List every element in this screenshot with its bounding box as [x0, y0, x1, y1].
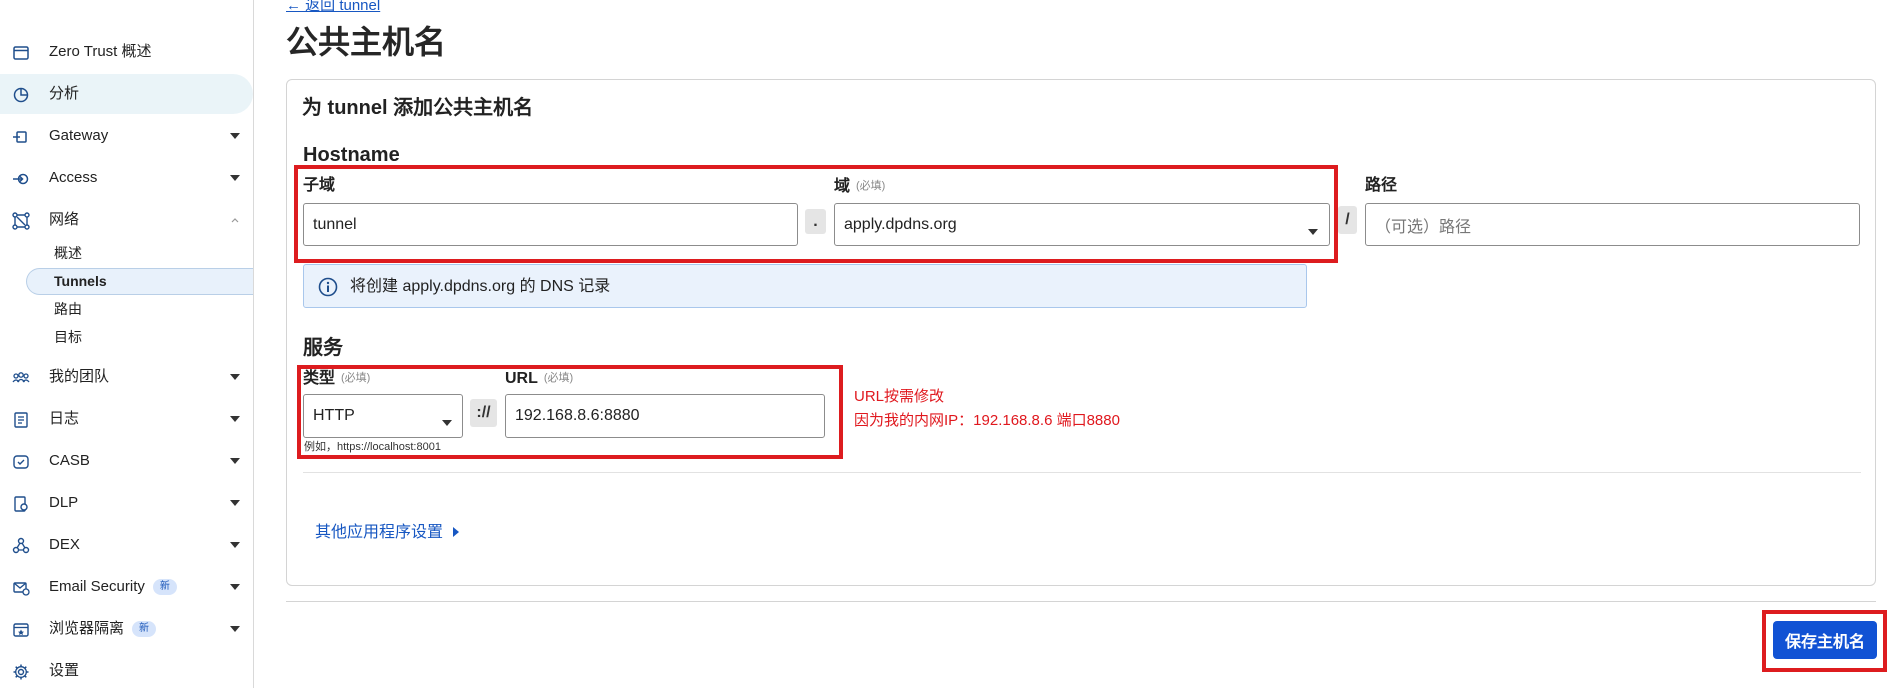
annotation-note-line1: URL按需修改 [854, 388, 945, 405]
dns-info-text: 将创建 apply.dpdns.org 的 DNS 记录 [350, 278, 611, 295]
sidebar-item-text: Email Security [49, 578, 145, 595]
sidebar-item-settings[interactable]: 设置 [0, 651, 253, 688]
sidebar-subitem-overview[interactable]: 概述 [26, 240, 253, 267]
hostname-highlight-box [294, 165, 1338, 263]
caret-right-icon [453, 523, 460, 543]
footer-divider [286, 601, 1876, 602]
info-icon [318, 277, 338, 297]
sidebar-item-my-team[interactable]: 我的团队 [0, 357, 253, 397]
public-hostname-card [286, 79, 1876, 586]
other-app-settings-text: 其他应用程序设置 [315, 524, 444, 541]
chevron-down-icon[interactable] [230, 458, 240, 464]
sidebar-subitem-label: 概述 [54, 245, 82, 261]
hostname-section-title: Hostname [303, 144, 400, 166]
sidebar-item-label: CASB [49, 452, 90, 469]
section-divider [303, 472, 1861, 473]
sidebar-item-label: Email Security 新 [49, 577, 177, 597]
sidebar-item-label: 设置 [49, 662, 80, 679]
sidebar-item-overview[interactable]: Zero Trust 概述 [0, 32, 253, 72]
sidebar-item-access[interactable]: Access [0, 158, 253, 198]
gear-icon [12, 663, 30, 681]
sidebar-subitem-routes[interactable]: 路由 [26, 296, 253, 323]
slash-separator: / [1338, 206, 1357, 234]
sidebar-item-label: 浏览器隔离新 [49, 619, 157, 639]
sidebar-item-dlp[interactable]: DLP [0, 483, 253, 523]
dlp-icon [12, 495, 30, 513]
card-title: 为 tunnel 添加公共主机名 [302, 97, 534, 119]
sidebar-item-label: 日志 [49, 410, 80, 427]
sidebar-item-logs[interactable]: 日志 [0, 399, 253, 439]
gateway-icon [12, 128, 30, 146]
browser-window-icon [12, 44, 30, 62]
sidebar: Zero Trust 概述 分析 Gateway Access 网络 概述 Tu… [0, 0, 254, 688]
casb-icon [12, 453, 30, 471]
sidebar-item-gateway[interactable]: Gateway [0, 116, 253, 156]
chevron-down-icon[interactable] [230, 584, 240, 590]
chevron-down-icon[interactable] [230, 626, 240, 632]
sidebar-item-label: Zero Trust 概述 [49, 43, 152, 60]
sidebar-item-label: 分析 [49, 85, 80, 102]
sidebar-item-label: Gateway [49, 127, 109, 144]
browser-isolation-icon [12, 621, 30, 639]
annotation-note-line2: 因为我的内网IP：192.168.8.6 端口8880 [854, 412, 1120, 429]
access-icon [12, 170, 30, 188]
dns-info-banner: 将创建 apply.dpdns.org 的 DNS 记录 [303, 264, 1307, 308]
other-app-settings-link[interactable]: 其他应用程序设置 [315, 523, 460, 543]
chevron-down-icon[interactable] [230, 416, 240, 422]
sidebar-item-browser-isolation[interactable]: 浏览器隔离新 [0, 609, 253, 649]
sidebar-subitem-label: 目标 [54, 329, 82, 345]
page-title: 公共主机名 [286, 24, 447, 60]
log-icon [12, 411, 30, 429]
chevron-down-icon[interactable] [230, 500, 240, 506]
sidebar-item-label: 网络 [49, 211, 80, 228]
sidebar-item-casb[interactable]: CASB [0, 441, 253, 481]
email-security-icon [12, 579, 30, 597]
service-section-title: 服务 [303, 337, 343, 359]
sidebar-item-network[interactable]: 网络 [0, 200, 253, 240]
sidebar-subitem-label: 路由 [54, 301, 82, 317]
save-highlight-box [1762, 610, 1887, 672]
chevron-up-icon[interactable] [230, 217, 240, 223]
sidebar-item-label: DLP [49, 494, 79, 511]
chevron-down-icon[interactable] [230, 374, 240, 380]
sidebar-item-label: 我的团队 [49, 368, 110, 385]
path-input[interactable]: （可选）路径 [1365, 203, 1860, 246]
chevron-down-icon[interactable] [230, 133, 240, 139]
sidebar-subitem-label: Tunnels [54, 273, 107, 289]
network-icon [12, 212, 30, 230]
sidebar-item-text: 浏览器隔离 [49, 620, 125, 637]
new-badge: 新 [132, 621, 157, 637]
new-badge: 新 [152, 579, 177, 595]
sidebar-item-dex[interactable]: DEX [0, 525, 253, 565]
sidebar-item-email-security[interactable]: Email Security 新 [0, 567, 253, 607]
team-icon [12, 369, 30, 387]
chevron-down-icon[interactable] [230, 542, 240, 548]
sidebar-item-label: DEX [49, 536, 80, 553]
chevron-down-icon[interactable] [230, 175, 240, 181]
back-to-tunnel-link[interactable]: ← 返回 tunnel [286, 0, 380, 14]
pie-chart-icon [12, 86, 30, 104]
path-label: 路径 [1365, 177, 1398, 194]
service-highlight-box [297, 365, 843, 459]
sidebar-item-analytics[interactable]: 分析 [0, 74, 253, 114]
sidebar-subitem-tunnels[interactable]: Tunnels [26, 268, 253, 295]
sidebar-item-label: Access [49, 169, 98, 186]
dex-icon [12, 537, 30, 555]
sidebar-subitem-targets[interactable]: 目标 [26, 324, 253, 351]
